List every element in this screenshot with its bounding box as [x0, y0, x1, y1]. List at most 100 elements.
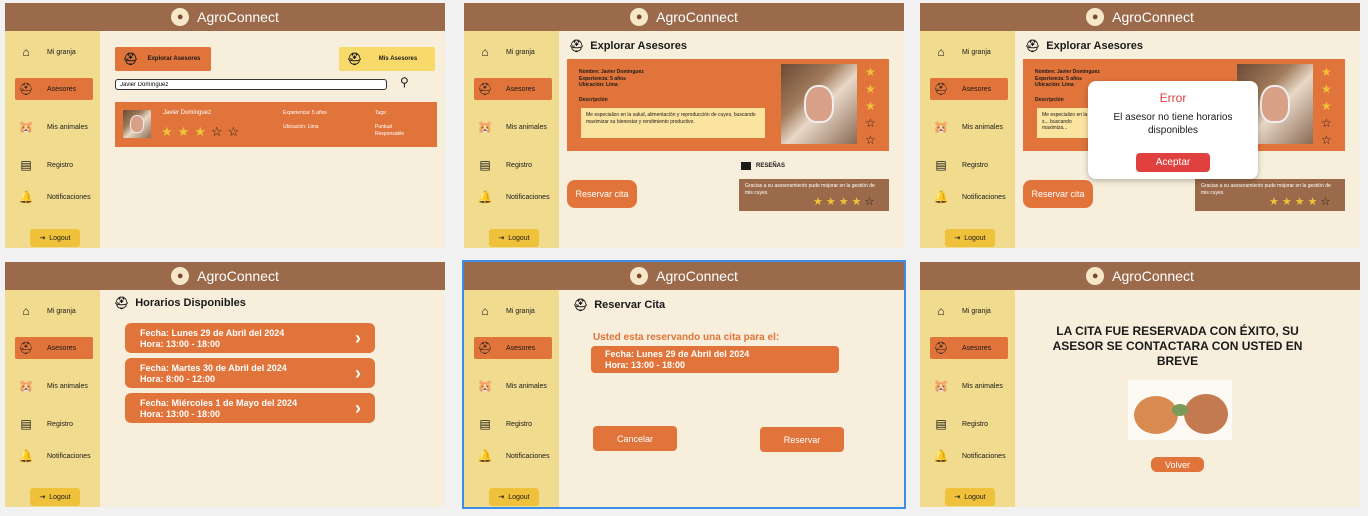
logout-icon: ⇥: [39, 235, 46, 242]
sidebar-item-asesores[interactable]: ⛑ Asesores: [15, 78, 93, 100]
sidebar-item-label: Mis animales: [506, 123, 547, 131]
slot-option[interactable]: Fecha: Miércoles 1 de Mayo del 2024 Hora:…: [125, 393, 375, 423]
sidebar-item-mi-granja[interactable]: ⌂ Mi granja: [15, 300, 93, 322]
logout-button[interactable]: ⇥ Logout: [945, 488, 995, 506]
barn-icon: ⌂: [22, 45, 30, 59]
screen-advisor-error: ● AgroConnect ⌂ Mi granja ⛑ Asesores 🐹 Mis ani…: [920, 3, 1360, 248]
sidebar-item-notificaciones[interactable]: 🔔 Notificaciones: [930, 445, 1008, 467]
sidebar-item-label: Mi granja: [506, 307, 535, 315]
logout-button[interactable]: ⇥ Logout: [30, 488, 80, 506]
sidebar: ⌂ Mi granja ⛑ Asesores 🐹 Mis animales ▤ Registr…: [464, 290, 559, 507]
logout-button[interactable]: ⇥ Logout: [489, 229, 539, 247]
star-empty-icon: ☆: [865, 133, 876, 147]
error-title: Error: [1159, 91, 1187, 105]
star-filled-icon: ★: [1281, 196, 1292, 208]
sidebar-item-mi-granja[interactable]: ⌂ Mi granja: [474, 41, 552, 63]
sidebar-item-notificaciones[interactable]: 🔔 Notificaciones: [15, 445, 93, 467]
sidebar: ⌂ Mi granja ⛑ Asesores 🐹 Mis animales ▤ Registr…: [920, 290, 1015, 507]
sidebar-item-registro[interactable]: ▤ Registro: [930, 154, 1008, 176]
sidebar-item-mis-animales[interactable]: 🐹 Mis animales: [930, 116, 1008, 138]
sidebar-item-registro[interactable]: ▤ Registro: [474, 154, 552, 176]
sidebar-item-label: Asesores: [962, 344, 992, 352]
error-message: El asesor no tiene horarios disponibles: [1113, 112, 1233, 136]
sidebar-item-notificaciones[interactable]: 🔔 Notificaciones: [15, 186, 93, 208]
sidebar-item-label: Registro: [47, 420, 74, 428]
reserve-appointment-button[interactable]: Reservar cita: [567, 180, 637, 208]
search-icon[interactable]: ⚲: [400, 75, 409, 89]
review-card: Gracias a su asesoramiento pude mejorar …: [739, 179, 889, 211]
logout-icon: ⇥: [954, 235, 961, 242]
sidebar-item-registro[interactable]: ▤ Registro: [15, 413, 93, 435]
explore-advisors-button[interactable]: ⛑ Explorar Asesores: [115, 47, 211, 71]
advisor-result-card[interactable]: Javier Dominguez Experiencia: 5 años Ubi…: [115, 102, 437, 147]
sidebar-item-asesores[interactable]: ⛑ Asesores: [15, 337, 93, 359]
sidebar-item-label: Notificaciones: [506, 452, 550, 460]
app-header: ● AgroConnect: [464, 262, 904, 290]
sidebar-item-mi-granja[interactable]: ⌂ Mi granja: [930, 41, 1008, 63]
advisor-hat-icon: ⛑: [569, 39, 585, 53]
sidebar-item-mis-animales[interactable]: 🐹 Mis animales: [15, 375, 93, 397]
star-filled-icon: ★: [825, 196, 836, 208]
chevron-right-icon: ›: [355, 363, 361, 383]
slot-option[interactable]: Fecha: Martes 30 de Abril del 2024 Hora: …: [125, 358, 375, 388]
review-rating: ★ ★ ★ ★ ☆: [813, 195, 874, 209]
sidebar-item-registro[interactable]: ▤ Registro: [930, 413, 1008, 435]
profile-description: Me especializo en la salud, alimentación…: [581, 108, 765, 138]
cancel-button[interactable]: Cancelar: [593, 426, 677, 451]
sidebar-item-label: Registro: [506, 161, 533, 169]
page-title-text: Horarios Disponibles: [135, 297, 246, 309]
profile-location: Ubicación: Lima: [579, 82, 618, 88]
sidebar-item-mis-animales[interactable]: 🐹 Mis animales: [474, 116, 552, 138]
bell-icon: 🔔: [477, 449, 493, 463]
sidebar-item-asesores[interactable]: ⛑ Asesores: [474, 78, 552, 100]
slot-date: Fecha: Lunes 29 de Abril del 2024: [140, 328, 285, 338]
search-input[interactable]: [115, 79, 387, 90]
sidebar-item-registro[interactable]: ▤ Registro: [474, 413, 552, 435]
selected-slot: Fecha: Lunes 29 de Abril del 2024 Hora: 1…: [591, 346, 839, 373]
sidebar-item-registro[interactable]: ▤ Registro: [15, 154, 93, 176]
bell-icon: 🔔: [933, 190, 949, 204]
sidebar-item-notificaciones[interactable]: 🔔 Notificaciones: [474, 445, 552, 467]
screen-reservation-success: ● AgroConnect ⌂ Mi granja ⛑ Asesores 🐹 Mis ani…: [920, 262, 1360, 507]
sidebar-item-mis-animales[interactable]: 🐹 Mis animales: [15, 116, 93, 138]
sidebar-item-asesores[interactable]: ⛑ Asesores: [930, 78, 1008, 100]
logout-label: Logout: [508, 493, 530, 501]
logout-button[interactable]: ⇥ Logout: [945, 229, 995, 247]
logout-button[interactable]: ⇥ Logout: [489, 488, 539, 506]
sidebar-item-mi-granja[interactable]: ⌂ Mi granja: [15, 41, 93, 63]
advisor-hat-icon: ⛑: [1025, 39, 1041, 53]
sidebar-item-mi-granja[interactable]: ⌂ Mi granja: [474, 300, 552, 322]
sidebar-item-asesores[interactable]: ⛑ Asesores: [474, 337, 552, 359]
main-content: ⛑ Explorar Asesores ⛑ Mis Asesores ⚲ Javie…: [100, 31, 445, 248]
page-title: ⛑ Reservar Cita: [573, 298, 665, 312]
reserve-appointment-button[interactable]: Reservar cita: [1023, 180, 1093, 208]
logout-button[interactable]: ⇥ Logout: [30, 229, 80, 247]
slot-option[interactable]: Fecha: Lunes 29 de Abril del 2024 Hora: 1…: [125, 323, 375, 353]
advisor-hat-icon: ⛑: [18, 82, 34, 96]
sidebar-item-notificaciones[interactable]: 🔔 Notificaciones: [474, 186, 552, 208]
advisor-profile-card: Nombre: Javier Dominguez Experiencia: 5 …: [567, 59, 889, 151]
sidebar-item-label: Asesores: [47, 85, 77, 93]
sidebar-item-asesores[interactable]: ⛑ Asesores: [930, 337, 1008, 359]
sidebar-item-label: Mi granja: [506, 48, 535, 56]
app-header: ● AgroConnect: [920, 3, 1360, 31]
my-advisors-button[interactable]: ⛑ Mis Asesores: [339, 47, 435, 71]
star-filled-icon: ★: [865, 65, 876, 79]
bell-icon: 🔔: [18, 190, 34, 204]
sidebar-item-mis-animales[interactable]: 🐹 Mis animales: [930, 375, 1008, 397]
reviews-header: RESEÑAS: [741, 162, 785, 170]
reserve-button[interactable]: Reservar: [760, 427, 844, 452]
sidebar-item-mis-animales[interactable]: 🐹 Mis animales: [474, 375, 552, 397]
sidebar-item-label: Mis animales: [47, 382, 88, 390]
slot-time: Hora: 13:00 - 18:00: [605, 360, 686, 371]
bell-icon: 🔔: [933, 449, 949, 463]
back-button[interactable]: Volver: [1151, 457, 1204, 472]
sidebar-item-label: Asesores: [506, 85, 536, 93]
sidebar-item-mi-granja[interactable]: ⌂ Mi granja: [930, 300, 1008, 322]
sidebar-item-notificaciones[interactable]: 🔔 Notificaciones: [930, 186, 1008, 208]
accept-button[interactable]: Aceptar: [1136, 153, 1210, 172]
hamster-logo-icon: ●: [171, 267, 190, 285]
advisor-hat-icon: ⛑: [933, 82, 949, 96]
screen-advisor-profile: ● AgroConnect ⌂ Mi granja ⛑ Asesores 🐹 Mis ani…: [464, 3, 904, 248]
bell-icon: 🔔: [18, 449, 34, 463]
